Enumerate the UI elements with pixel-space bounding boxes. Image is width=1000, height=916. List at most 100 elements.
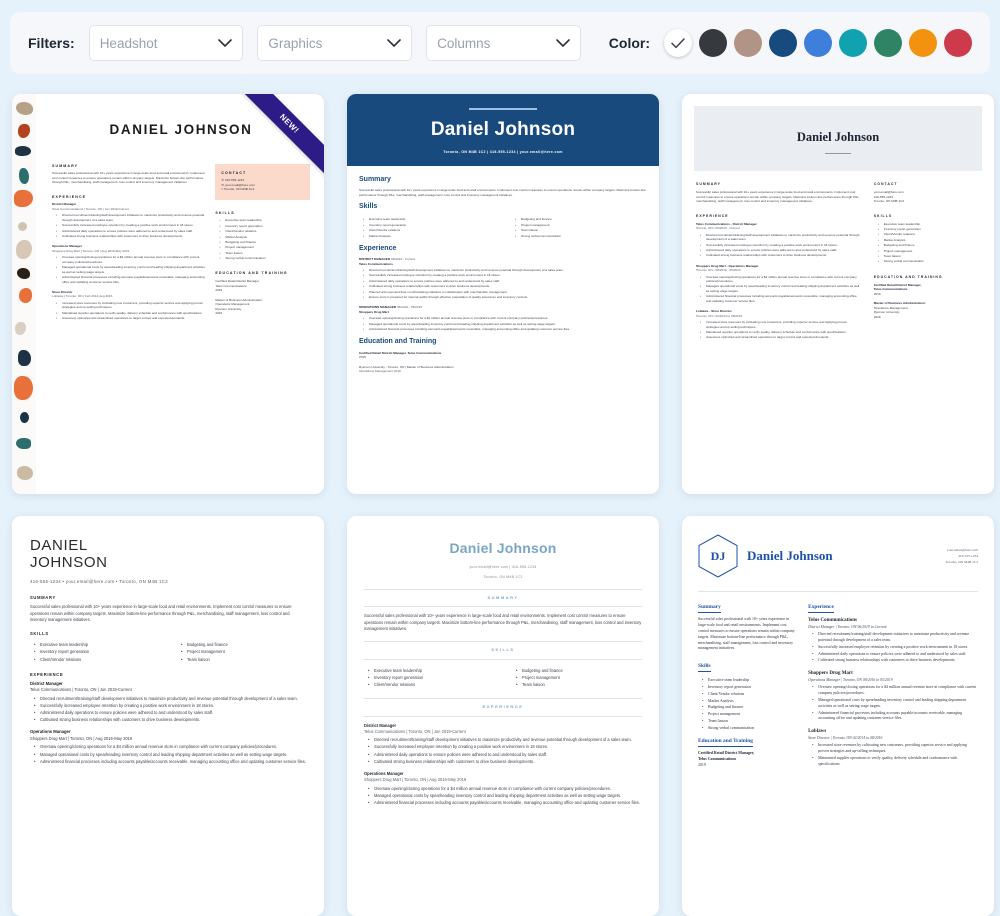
- resume-name: Daniel Johnson: [796, 130, 880, 144]
- color-swatch-charcoal[interactable]: [699, 29, 728, 57]
- columns-dropdown[interactable]: Columns: [426, 25, 581, 61]
- skill-item: Inventory report generation: [368, 675, 494, 682]
- skill-item: Project management: [219, 245, 310, 250]
- skill-item: Client/Vendor relations: [219, 229, 310, 234]
- bullet: Cultivated strong business relationships…: [700, 253, 861, 258]
- bullet: Administered financial processes includi…: [700, 294, 861, 303]
- job-dates: 08/2016 - 05/2019: [396, 305, 423, 310]
- template-grid: NEW! DANIEL JOHNSON SUMMARY Successful s…: [0, 74, 1000, 916]
- job-bullets: Oversaw opening/closing operations for a…: [359, 316, 647, 332]
- skill-item: Team liaison: [515, 228, 647, 233]
- skill-item: Client/Vendor relations: [34, 657, 159, 664]
- bullet: Maintained supplier operations to verify…: [56, 311, 205, 316]
- skill-item: Project management: [516, 675, 642, 682]
- bullet: Oversaw opening/closing operations for a…: [812, 685, 978, 697]
- resume-template-card-plain[interactable]: DANIEL JOHNSON 416-555-1234 • your.email…: [12, 516, 324, 916]
- experience-entry: Loblaws - Store Director Toronto, ON • 0…: [696, 309, 861, 340]
- blob-shape: [18, 350, 31, 366]
- education-entry: Certified Retail District Manager, Telus…: [215, 279, 310, 292]
- job-company: Shoppers Drug Mart: [359, 309, 389, 314]
- bullet: Directed recruitment/training/staff deve…: [363, 268, 647, 273]
- bullet: Administered daily operations to ensure …: [368, 752, 642, 759]
- skill-item: Project management: [515, 223, 647, 228]
- bullet: Successfully increased employee retentio…: [812, 645, 978, 651]
- blob-shape: [18, 222, 27, 231]
- skill-item: Budgeting and finance: [516, 668, 642, 675]
- resume-first-name: Daniel Johnson: [747, 547, 833, 563]
- color-swatch-navy[interactable]: [769, 29, 798, 57]
- bullet: Oversaw opening/closing operations for a…: [56, 255, 205, 264]
- job-title: DISTRICT MANAGER: [359, 257, 391, 262]
- summary-text: Successful sales professional with 10+ y…: [30, 604, 292, 622]
- skill-item: Executive team leadership: [219, 218, 310, 223]
- skill-item: Team liaison: [878, 254, 980, 259]
- education-heading: EDUCATION AND TRAINING: [215, 271, 288, 276]
- monogram-hexagon-icon: DJ: [698, 534, 738, 578]
- experience-heading: EXPERIENCE: [30, 671, 64, 677]
- summary-text: Successful sales professional with 10+ y…: [359, 188, 646, 197]
- skill-item: Budgeting and finance: [181, 642, 306, 649]
- resume-side-column: CONTACT your.email@here.com 416-555-1234…: [874, 182, 980, 341]
- color-swatch-orange[interactable]: [909, 29, 938, 57]
- skills-list-left: Executive team leadership Inventory repo…: [359, 217, 495, 239]
- headshot-dropdown[interactable]: Headshot: [88, 25, 244, 61]
- skills-heading: SKILLS: [364, 641, 642, 660]
- education-heading: Education and Training: [698, 737, 753, 748]
- filters-label: Filters:: [28, 35, 75, 51]
- color-swatch-teal[interactable]: [839, 29, 868, 57]
- check-icon: [671, 37, 685, 48]
- skill-item: Market Analysis: [363, 234, 495, 239]
- bullet: Managed operational costs by spearheadin…: [34, 752, 306, 759]
- location-value: Toronto, ON M4B 1C2: [223, 187, 255, 192]
- decorative-blob-sidebar: [12, 94, 36, 494]
- color-swatch-white[interactable]: [664, 29, 693, 57]
- bullet: Administered daily operations to ensure …: [34, 710, 306, 717]
- color-swatch-green[interactable]: [874, 29, 903, 57]
- skill-item: Budgeting and finance: [515, 217, 647, 222]
- job-dates: 06/2019 - Current: [390, 257, 416, 262]
- contact-block: your.email@here.com 416-555-1234 Toronto…: [945, 547, 978, 565]
- color-swatch-blue[interactable]: [804, 29, 833, 57]
- summary-heading: SUMMARY: [52, 163, 79, 168]
- phone-value: 416-555-1234: [511, 564, 537, 569]
- skill-item: Client/Vendor relations: [702, 692, 795, 698]
- job-bullets: Directed recruitment/training/staff deve…: [696, 233, 861, 259]
- summary-heading: Summary: [698, 603, 721, 614]
- resume-right-column: Experience Telus Communications District…: [808, 603, 978, 769]
- graphics-dropdown-value: Graphics: [268, 35, 323, 51]
- blob-shape: [19, 288, 32, 303]
- contact-line: Toronto, ON M4B 1C2 | 416-555-1234 | you…: [443, 150, 563, 155]
- color-swatch-red[interactable]: [944, 29, 973, 57]
- experience-heading: EXPERIENCE: [364, 698, 642, 717]
- location-value: Toronto, ON M4B 1C2: [945, 560, 978, 565]
- bullet: Cultivated strong business relationships…: [368, 759, 642, 766]
- graphics-dropdown[interactable]: Graphics: [257, 25, 413, 61]
- resume-template-card-grey-serif[interactable]: Daniel Johnson SUMMARY Successful sales …: [682, 94, 994, 494]
- job-dates: 06/2019 - Current: [715, 226, 740, 231]
- skills-heading: SKILLS: [873, 213, 893, 218]
- bullet: Cultivated strong business relationships…: [363, 284, 647, 289]
- blob-shape: [17, 268, 30, 279]
- skills-heading: SKILLS: [215, 210, 235, 215]
- skills-heading: Skills: [698, 662, 711, 673]
- job-company: Telus Communications: [696, 221, 730, 226]
- job-company: Telus Communications: [359, 261, 393, 266]
- blob-shape: [14, 376, 33, 400]
- bullet: Successfully increased employee retentio…: [56, 223, 205, 228]
- resume-template-card-monogram[interactable]: DJ Daniel Johnson your.email@here.com 41…: [682, 516, 994, 916]
- skills-list-right: Budgeting and finance Project management…: [512, 668, 642, 690]
- skill-item: Inventory report generation: [702, 685, 795, 691]
- summary-heading: SUMMARY: [364, 589, 642, 608]
- experience-entry: Loblaws Store Director | Toronto, ON 02/…: [808, 728, 978, 768]
- color-swatch-tan[interactable]: [734, 29, 763, 57]
- bullet: Successfully increased employee retentio…: [700, 243, 861, 248]
- bullet: Ensure store is prepared for internal au…: [363, 295, 647, 300]
- resume-template-card-centered[interactable]: Daniel Johnson your.email@here.com | 416…: [347, 516, 659, 916]
- job-meta: Operations Manager | Toronto, ON 08/2016…: [808, 677, 893, 682]
- resume-template-card-navy[interactable]: Daniel Johnson Toronto, ON M4B 1C2 | 416…: [347, 94, 659, 494]
- bullet: Administered financial processes includi…: [368, 800, 642, 807]
- job-company: Telus Communications: [808, 618, 857, 624]
- resume-last-name: JOHNSON: [30, 553, 108, 571]
- summary-text: Successful sales professional with 10+ y…: [696, 190, 860, 204]
- resume-template-card-creative[interactable]: NEW! DANIEL JOHNSON SUMMARY Successful s…: [12, 94, 324, 494]
